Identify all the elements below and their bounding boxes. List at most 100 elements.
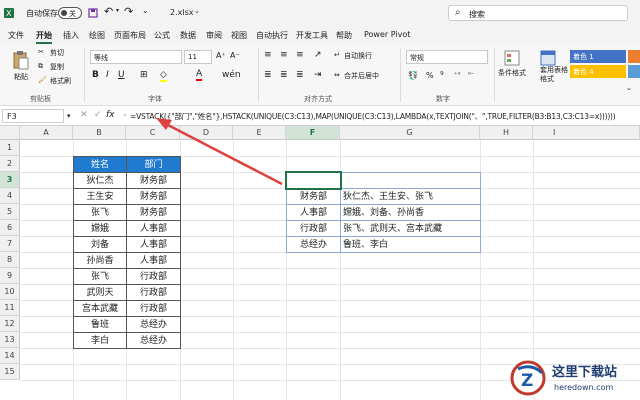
result-header-name[interactable]: 姓名	[340, 172, 481, 189]
conditional-format-icon[interactable]	[504, 50, 520, 66]
tab-view[interactable]: 视图	[231, 30, 247, 41]
tab-review[interactable]: 审阅	[206, 30, 222, 41]
conditional-format-button[interactable]: 条件格式	[498, 68, 526, 78]
row-header[interactable]: 15	[0, 364, 20, 380]
source-cell[interactable]: 武则天	[73, 284, 127, 301]
undo-dropdown-icon[interactable]: ▾	[116, 7, 119, 14]
save-icon[interactable]	[88, 8, 98, 18]
cut-button[interactable]: 剪切	[50, 48, 64, 58]
table-format-icon[interactable]	[540, 50, 556, 66]
tab-draw[interactable]: 绘图	[89, 30, 105, 41]
number-format-select[interactable]: 常规	[406, 50, 488, 64]
tab-developer[interactable]: 开发工具	[296, 30, 328, 41]
column-header[interactable]: B	[73, 126, 126, 140]
undo-icon[interactable]: ↶	[104, 5, 113, 18]
increase-font-icon[interactable]: A⁺	[216, 51, 226, 60]
paste-icon[interactable]	[12, 50, 30, 70]
decrease-font-icon[interactable]: A⁻	[230, 51, 240, 60]
column-header[interactable]: C	[126, 126, 180, 140]
column-header[interactable]: D	[180, 126, 233, 140]
result-cell[interactable]: 狄仁杰、王生安、张飞	[340, 188, 481, 205]
decrease-decimal-icon[interactable]: ⁰⁻	[468, 71, 475, 79]
tab-formulas[interactable]: 公式	[154, 30, 170, 41]
align-top-icon[interactable]: ≡	[264, 50, 272, 60]
phonetic-icon[interactable]: wén	[222, 70, 241, 80]
result-cell[interactable]: 人事部	[286, 204, 341, 221]
cancel-icon[interactable]: ✕	[80, 110, 88, 120]
name-box[interactable]: F3	[2, 109, 64, 123]
font-size-select[interactable]: 11	[184, 50, 212, 64]
align-middle-icon[interactable]: ≡	[280, 50, 288, 60]
result-cell[interactable]: 总经办	[286, 236, 341, 253]
merge-icon[interactable]: ⇔	[334, 71, 340, 79]
source-cell[interactable]: 人事部	[126, 252, 181, 269]
bold-icon[interactable]: B	[92, 70, 99, 80]
row-header[interactable]: 13	[0, 332, 20, 348]
source-header-dept[interactable]: 部门	[126, 156, 181, 173]
result-cell[interactable]: 鲁班、李白	[340, 236, 481, 253]
source-cell[interactable]: 张飞	[73, 268, 127, 285]
tab-data[interactable]: 数据	[180, 30, 196, 41]
style-accent-5[interactable]	[628, 65, 640, 78]
row-header[interactable]: 9	[0, 268, 20, 284]
autosave-toggle[interactable]: 关	[58, 7, 82, 19]
source-cell[interactable]: 人事部	[126, 236, 181, 253]
tab-home[interactable]: 开始	[36, 30, 52, 44]
row-header[interactable]: 8	[0, 252, 20, 268]
source-cell[interactable]: 行政部	[126, 300, 181, 317]
source-cell[interactable]: 鲁班	[73, 316, 127, 333]
row-header[interactable]: 3	[0, 172, 20, 188]
source-cell[interactable]: 财务部	[126, 172, 181, 189]
copy-icon[interactable]: ⧉	[38, 62, 43, 71]
align-right-icon[interactable]: ≣	[296, 70, 304, 80]
wrap-text-icon[interactable]: ↵	[334, 51, 340, 59]
filename-dropdown-icon[interactable]: ⌄	[194, 7, 200, 15]
source-cell[interactable]: 行政部	[126, 284, 181, 301]
italic-icon[interactable]: I	[106, 70, 109, 80]
row-header[interactable]: 10	[0, 284, 20, 300]
fill-color-icon[interactable]: ◇	[160, 70, 167, 82]
cut-icon[interactable]: ✂	[38, 48, 44, 56]
align-bottom-icon[interactable]: ≡	[296, 50, 304, 60]
font-color-icon[interactable]: A	[196, 69, 203, 81]
enter-icon[interactable]: ✓	[94, 110, 102, 120]
align-left-icon[interactable]: ≣	[264, 70, 272, 80]
fx-dropdown-icon[interactable]: ⌄	[122, 110, 128, 118]
underline-icon[interactable]: U	[118, 70, 125, 80]
style-accent-2[interactable]	[628, 50, 640, 63]
font-name-select[interactable]: 等线	[90, 50, 182, 64]
fx-icon[interactable]: fx	[106, 110, 115, 120]
namebox-dropdown-icon[interactable]: ▾	[67, 112, 71, 120]
style-accent-1[interactable]: 着色 1	[570, 50, 626, 63]
row-header[interactable]: 2	[0, 156, 20, 172]
align-center-icon[interactable]: ≣	[280, 70, 288, 80]
source-cell[interactable]: 张飞	[73, 204, 127, 221]
row-header[interactable]: 5	[0, 204, 20, 220]
source-cell[interactable]: 嫦娥	[73, 220, 127, 237]
row-header[interactable]: 4	[0, 188, 20, 204]
source-cell[interactable]: 孙尚香	[73, 252, 127, 269]
formula-text[interactable]: =VSTACK({"部门","姓名"},HSTACK(UNIQUE(C3:C13…	[130, 111, 616, 122]
row-header[interactable]: 7	[0, 236, 20, 252]
increase-decimal-icon[interactable]: ⁺⁰	[454, 71, 461, 79]
result-cell[interactable]: 张飞、武则天、宫本武藏	[340, 220, 481, 237]
table-format-button[interactable]: 套用表格格式	[540, 66, 568, 84]
source-cell[interactable]: 狄仁杰	[73, 172, 127, 189]
border-icon[interactable]: ⊞	[140, 70, 148, 80]
ribbon-expand-icon[interactable]: ⌄	[626, 84, 632, 92]
format-painter-button[interactable]: 格式刷	[50, 76, 71, 86]
redo-icon[interactable]: ↷	[124, 5, 133, 18]
tab-page-layout[interactable]: 页面布局	[114, 30, 146, 41]
customize-qat-icon[interactable]: ⌄	[142, 6, 149, 15]
source-cell[interactable]: 王生安	[73, 188, 127, 205]
row-header[interactable]: 11	[0, 300, 20, 316]
column-header[interactable]: G	[340, 126, 480, 140]
tab-automate[interactable]: 自动执行	[256, 30, 288, 41]
result-cell[interactable]: 行政部	[286, 220, 341, 237]
currency-icon[interactable]: 💱	[408, 71, 418, 80]
source-cell[interactable]: 李白	[73, 332, 127, 349]
result-cell[interactable]: 财务部	[286, 188, 341, 205]
tab-file[interactable]: 文件	[8, 30, 24, 41]
column-header[interactable]: E	[233, 126, 286, 140]
style-accent-4[interactable]: 着色 4	[570, 65, 626, 78]
